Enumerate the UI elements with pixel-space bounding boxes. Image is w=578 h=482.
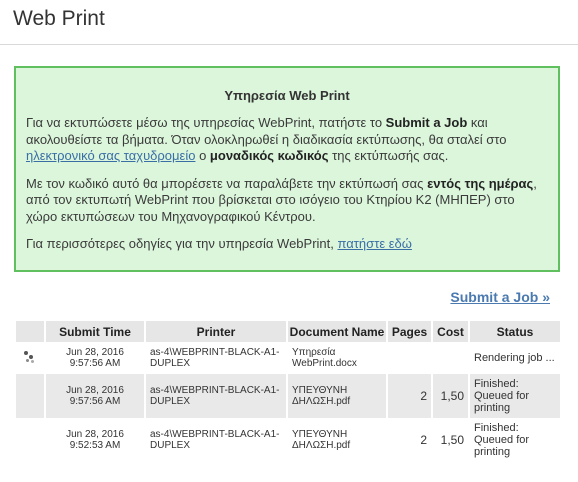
submit-job-emphasis: Submit a Job (385, 115, 468, 130)
table-row[interactable]: Jun 28, 2016 9:57:56 AM as-4\WEBPRINT-BL… (16, 342, 562, 374)
document-cell: ΥΠΕΥΘΥΝΗ ΔΗΛΩΣΗ.pdf (288, 374, 388, 418)
spinner-icon (24, 350, 36, 363)
table-row[interactable]: Jun 28, 2016 9:52:53 AM as-4\WEBPRINT-BL… (16, 418, 562, 462)
cost-cell: 1,50 (433, 418, 470, 462)
column-header-document-name[interactable]: Document Name (288, 321, 388, 342)
info-text: της εκτύπωσής σας. (328, 148, 449, 163)
submit-time-cell: Jun 28, 2016 9:52:53 AM (46, 418, 146, 462)
row-icon-cell (16, 418, 46, 462)
info-paragraph-pickup: Με τον κωδικό αυτό θα μπορέσετε να παραλ… (26, 176, 548, 226)
title-divider (0, 44, 578, 45)
same-day-emphasis: εντός της ημέρας (427, 175, 534, 191)
column-header-status[interactable]: Status (470, 321, 562, 342)
info-panel: Υπηρεσία Web Print Για να εκτυπώσετε μέσ… (14, 66, 560, 272)
submit-time-cell: Jun 28, 2016 9:57:56 AM (46, 374, 146, 418)
cost-cell: 1,50 (433, 374, 470, 418)
email-link[interactable]: ηλεκτρονικό σας ταχυδρομείο (26, 148, 195, 163)
column-header-cost[interactable]: Cost (433, 321, 470, 342)
status-cell: Finished: Queued for printing (470, 374, 562, 418)
info-text: ο (195, 148, 210, 163)
info-paragraph-more: Για περισσότερες οδηγίες για την υπηρεσί… (26, 236, 548, 253)
document-cell: Υπηρεσία WebPrint.docx (288, 342, 388, 374)
table-header-row: Submit Time Printer Document Name Pages … (16, 321, 562, 342)
printer-cell: as-4\WEBPRINT-BLACK-A1-DUPLEX (146, 418, 288, 462)
printer-cell: as-4\WEBPRINT-BLACK-A1-DUPLEX (146, 374, 288, 418)
pages-cell (388, 342, 433, 374)
pages-cell: 2 (388, 418, 433, 462)
more-info-link[interactable]: πατήστε εδώ (338, 236, 412, 251)
info-paragraph-instructions: Για να εκτυπώσετε μέσω της υπηρεσίας Web… (26, 115, 548, 165)
unique-code-emphasis: μοναδικός κωδικός (209, 148, 329, 163)
submit-job-link[interactable]: Submit a Job » (450, 289, 550, 305)
column-header-submit-time[interactable]: Submit Time (46, 321, 146, 342)
column-header-icon (16, 321, 46, 342)
column-header-pages[interactable]: Pages (388, 321, 433, 342)
submit-time-cell: Jun 28, 2016 9:57:56 AM (46, 342, 146, 374)
status-cell: Finished: Queued for printing (470, 418, 562, 462)
pages-cell: 2 (388, 374, 433, 418)
table-row[interactable]: Jun 28, 2016 9:57:56 AM as-4\WEBPRINT-BL… (16, 374, 562, 418)
printer-cell: as-4\WEBPRINT-BLACK-A1-DUPLEX (146, 342, 288, 374)
page-title: Web Print (13, 7, 105, 30)
row-icon-cell (16, 342, 46, 374)
status-cell: Rendering job ... (470, 342, 562, 374)
info-text: Για περισσότερες οδηγίες για την υπηρεσί… (26, 236, 338, 251)
info-text: Για να εκτυπώσετε μέσω της υπηρεσίας Web… (26, 115, 386, 130)
document-cell: ΥΠΕΥΘΥΝΗ ΔΗΛΩΣΗ.pdf (288, 418, 388, 462)
jobs-table: Submit Time Printer Document Name Pages … (16, 321, 562, 462)
cost-cell (433, 342, 470, 374)
info-text: Με τον κωδικό αυτό θα μπορέσετε να παραλ… (26, 175, 428, 191)
column-header-printer[interactable]: Printer (146, 321, 288, 342)
row-icon-cell (16, 374, 46, 418)
info-heading: Υπηρεσία Web Print (224, 88, 350, 103)
